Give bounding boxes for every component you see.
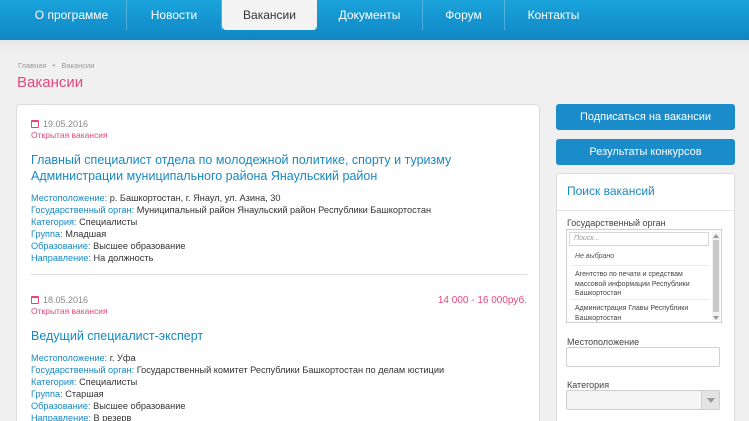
- vacancy-title-link[interactable]: Ведущий специалист-эксперт: [31, 328, 527, 344]
- field-label: Группа:: [31, 229, 63, 239]
- vacancy-field-location: Местоположение: г. Уфа: [31, 352, 527, 364]
- chevron-down-icon[interactable]: [701, 391, 719, 409]
- main-nav: О программе Новости Вакансии Документы Ф…: [17, 0, 602, 30]
- calendar-icon: [31, 120, 39, 128]
- field-value: Старшая: [65, 389, 104, 399]
- org-label: Государственный орган: [567, 218, 666, 228]
- vacancy-date-text: 19.05.2016: [43, 119, 89, 129]
- vacancy-field-education: Образование: Высшее образование: [31, 400, 527, 412]
- field-label: Направление:: [31, 253, 91, 263]
- vacancy-field-direction: Направление: На должность: [31, 252, 527, 264]
- scroll-up-icon[interactable]: [713, 234, 719, 238]
- field-value: Высшее образование: [93, 241, 186, 251]
- field-value: г. Уфа: [109, 353, 136, 363]
- field-label: Местоположение:: [31, 193, 108, 203]
- vacancy-field-category: Категория: Специалисты: [31, 376, 527, 388]
- vacancy-field-group: Группа: Младшая: [31, 228, 527, 240]
- org-option[interactable]: Не выбрано: [575, 252, 707, 262]
- vacancy-search-panel: Поиск вакансий Государственный орган Пои…: [556, 173, 735, 421]
- org-multiselect[interactable]: Поиск... Не выбрано Агентство по печати …: [566, 229, 722, 323]
- nav-item-contacts[interactable]: Контакты: [505, 0, 602, 30]
- vacancy-field-org: Государственный орган: Муниципальный рай…: [31, 204, 527, 216]
- scroll-thumb[interactable]: [713, 240, 719, 312]
- vacancy-fields: Местоположение: р. Башкортостан, г. Янау…: [31, 192, 527, 264]
- vacancy-date-text: 18.05.2016: [43, 295, 89, 305]
- org-option-separator: [571, 299, 709, 300]
- field-label: Государственный орган:: [31, 365, 135, 375]
- field-label: Образование:: [31, 241, 91, 251]
- vacancy-field-education: Образование: Высшее образование: [31, 240, 527, 252]
- field-value: Высшее образование: [93, 401, 186, 411]
- org-option-separator: [571, 265, 709, 266]
- location-label: Местоположение: [567, 337, 640, 347]
- nav-item-about[interactable]: О программе: [17, 0, 127, 30]
- field-value: В резерв: [93, 413, 132, 421]
- org-search-input[interactable]: Поиск...: [569, 232, 709, 246]
- field-value: Государственный комитет Республики Башко…: [136, 365, 445, 375]
- vacancy-salary: 14 000 - 16 000руб.: [437, 295, 527, 306]
- vacancy-field-org: Государственный орган: Государственный к…: [31, 364, 527, 376]
- field-label: Государственный орган:: [31, 205, 135, 215]
- calendar-icon: [31, 296, 39, 304]
- search-panel-title: Поиск вакансий: [567, 184, 655, 198]
- vacancy-divider: [31, 274, 527, 275]
- nav-item-forum[interactable]: Форум: [423, 0, 505, 30]
- breadcrumb-separator-icon: •: [52, 61, 56, 70]
- header-shadow-band: [0, 40, 749, 54]
- vacancy-card: 19.05.2016 Открытая вакансия Главный спе…: [31, 119, 527, 264]
- nav-item-vacancies[interactable]: Вакансии: [222, 0, 317, 30]
- field-value: р. Башкортостан, г. Янаул, ул. Азина, 30: [109, 193, 281, 203]
- subscribe-vacancies-button[interactable]: Подписаться на вакансии: [556, 104, 735, 130]
- vacancy-title-link[interactable]: Главный специалист отдела по молодежной …: [31, 152, 527, 184]
- nav-item-news[interactable]: Новости: [127, 0, 222, 30]
- nav-item-documents[interactable]: Документы: [317, 0, 423, 30]
- field-value: Специалисты: [79, 217, 138, 227]
- search-panel-divider: [557, 210, 734, 211]
- breadcrumb-current: Вакансии: [61, 61, 95, 70]
- vacancy-card: 18.05.2016 Открытая вакансия 14 000 - 16…: [31, 295, 527, 421]
- vacancy-field-category: Категория: Специалисты: [31, 216, 527, 228]
- org-scrollbar[interactable]: [712, 232, 720, 320]
- breadcrumb: Главная • Вакансии: [18, 61, 94, 70]
- field-label: Категория:: [31, 377, 77, 387]
- field-label: Направление:: [31, 413, 91, 421]
- field-value: Муниципальный район Янаульский район Рес…: [136, 205, 432, 215]
- category-select[interactable]: [566, 390, 720, 410]
- category-label: Категория: [567, 380, 610, 390]
- field-label: Категория:: [31, 217, 77, 227]
- page-title: Вакансии: [17, 74, 84, 91]
- vacancy-list: 19.05.2016 Открытая вакансия Главный спе…: [16, 104, 540, 421]
- vacancy-status: Открытая вакансия: [31, 130, 108, 140]
- field-value: На должность: [93, 253, 154, 263]
- vacancy-field-group: Группа: Старшая: [31, 388, 527, 400]
- top-navigation-bar: О программе Новости Вакансии Документы Ф…: [0, 0, 749, 40]
- vacancy-fields: Местоположение: г. Уфа Государственный о…: [31, 352, 527, 421]
- org-option[interactable]: Администрация Главы Республики Башкортос…: [575, 304, 707, 322]
- field-label: Образование:: [31, 401, 91, 411]
- org-option[interactable]: Агентство по печати и средствам массовой…: [575, 270, 707, 299]
- vacancy-field-location: Местоположение: р. Башкортостан, г. Янау…: [31, 192, 527, 204]
- breadcrumb-home-link[interactable]: Главная: [18, 61, 47, 70]
- field-label: Местоположение:: [31, 353, 108, 363]
- vacancy-date: 19.05.2016: [31, 119, 527, 129]
- vacancy-field-direction: Направление: В резерв: [31, 412, 527, 421]
- vacancy-status: Открытая вакансия: [31, 306, 108, 316]
- field-value: Специалисты: [79, 377, 138, 387]
- field-value: Младшая: [65, 229, 107, 239]
- contest-results-button[interactable]: Результаты конкурсов: [556, 139, 735, 165]
- location-input[interactable]: [566, 347, 720, 367]
- scroll-down-icon[interactable]: [713, 316, 719, 320]
- field-label: Группа:: [31, 389, 63, 399]
